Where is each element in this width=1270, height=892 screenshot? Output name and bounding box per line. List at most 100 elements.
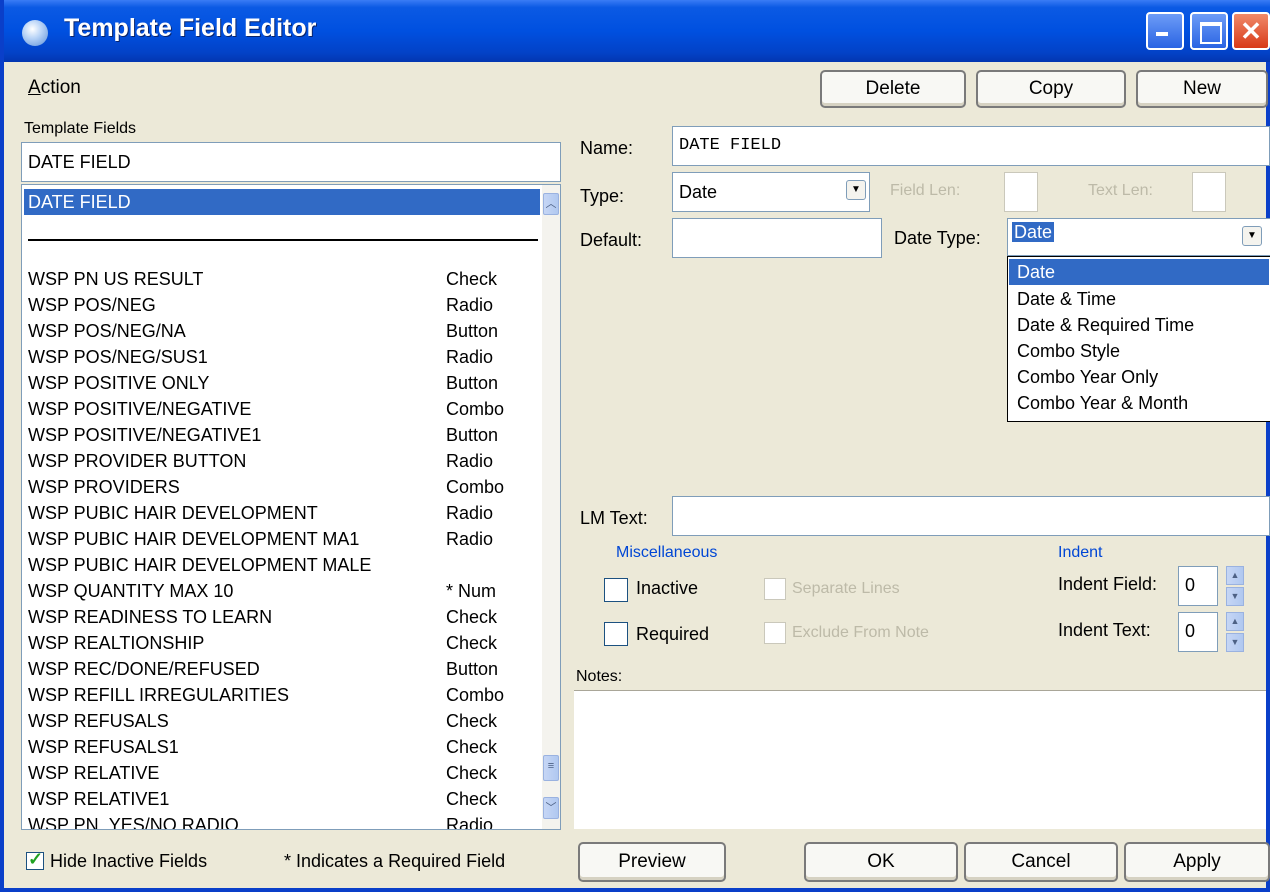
required-field-note: * Indicates a Required Field [284,851,506,871]
text-len-input [1192,172,1226,212]
maximize-button[interactable] [1190,12,1228,50]
name-input[interactable]: DATE FIELD [672,126,1270,166]
lm-text-label: LM Text: [580,508,648,528]
spin-up-icon[interactable]: ▲ [1226,566,1244,585]
date-type-dropdown-list[interactable]: Date Date & Time Date & Required Time Co… [1007,256,1270,422]
hide-inactive-label: Hide Inactive Fields [50,851,208,871]
inactive-label: Inactive [636,578,699,598]
minimize-button[interactable] [1146,12,1184,50]
title-bar[interactable]: Template Field Editor ✕ [4,0,1270,62]
selected-list-item[interactable]: DATE FIELD [24,189,540,215]
scroll-up-button[interactable]: ︿ [543,193,559,215]
type-dropdown-button[interactable]: ▼ [846,180,866,200]
list-item-type: Button [446,425,499,445]
list-item-type: * Num [446,581,497,601]
list-item-name: WSP PROVIDER BUTTON [28,451,247,471]
dropdown-option[interactable]: Combo Year Only [1009,364,1269,390]
type-combo[interactable]: Date [672,172,870,212]
date-type-value: Date [1012,222,1055,242]
field-len-input [1004,172,1038,212]
ok-button[interactable]: OK [804,842,958,882]
notes-label: Notes: [576,668,623,685]
list-item-name: WSP REFUSALS1 [28,737,179,757]
window-title: Template Field Editor [64,14,317,42]
list-item-name: WSP RELATIVE1 [28,789,170,809]
scroll-thumb[interactable]: ≡ [543,755,559,781]
chevron-up-icon: ︿ [545,198,557,210]
minimize-icon [1156,32,1168,36]
list-item-type: Combo [446,399,505,419]
menu-action[interactable]: Action [28,77,81,99]
hide-inactive-checkbox[interactable] [26,849,44,870]
list-item-type: Check [446,607,498,627]
list-item-name: WSP PUBIC HAIR DEVELOPMENT [28,503,318,523]
list-item-name: WSP PUBIC HAIR DEVELOPMENT MA1 [28,529,360,549]
list-item-name: WSP REALTIONSHIP [28,633,205,653]
required-label: Required [636,624,710,644]
name-label: Name: [580,138,634,158]
indent-text-input[interactable]: 0 [1178,612,1218,652]
type-value: Date [679,182,718,202]
new-button[interactable]: New [1136,70,1268,108]
exclude-from-note-checkbox [764,622,786,644]
app-icon [22,20,48,46]
list-item-name: WSP PN_YES/NO RADIO [28,815,239,830]
list-item-type: Button [446,373,499,393]
list-item-type: Radio [446,815,494,830]
default-label: Default: [580,230,643,250]
dropdown-option[interactable]: Date [1009,259,1269,285]
dropdown-option[interactable]: Date & Time [1009,286,1269,312]
field-len-label: Field Len: [890,182,961,199]
close-button[interactable]: ✕ [1232,12,1270,50]
list-item-name: WSP PUBIC HAIR DEVELOPMENT MALE [28,555,372,575]
default-input[interactable] [672,218,882,258]
indent-text-label: Indent Text: [1058,620,1151,640]
list-item-name: WSP PN US RESULT [28,269,204,289]
spin-up-icon[interactable]: ▲ [1226,612,1244,631]
template-field-search-input[interactable]: DATE FIELD [21,142,561,182]
list-item-type: Check [446,269,498,289]
list-item-type: Check [446,763,498,783]
list-item-type: Radio [446,295,494,315]
list-item-name: WSP POSITIVE ONLY [28,373,210,393]
indent-text-spinner[interactable]: ▲ ▼ [1226,612,1244,652]
spin-down-icon[interactable]: ▼ [1226,633,1244,652]
preview-button[interactable]: Preview [578,842,726,882]
type-label: Type: [580,186,625,206]
list-item-name: WSP POS/NEG [28,295,156,315]
dropdown-option[interactable]: Date & Required Time [1009,312,1269,338]
list-scrollbar[interactable]: ︿ ≡ ﹀ [542,185,560,829]
scroll-down-button[interactable]: ﹀ [543,797,559,819]
template-field-editor-window: Template Field Editor ✕ Action Delete Co… [0,0,1270,892]
required-checkbox[interactable] [604,622,628,646]
list-item-name: WSP REFILL IRREGULARITIES [28,685,290,705]
dropdown-option[interactable]: Combo Style [1009,338,1269,364]
miscellaneous-group-title: Miscellaneous [616,544,718,561]
copy-button[interactable]: Copy [976,70,1126,108]
inactive-checkbox[interactable] [604,578,628,602]
cancel-button[interactable]: Cancel [964,842,1118,882]
text-len-label: Text Len: [1088,182,1153,199]
spin-down-icon[interactable]: ▼ [1226,587,1244,606]
lm-text-input[interactable] [672,496,1270,536]
list-item-name: WSP REFUSALS [28,711,169,731]
dropdown-arrow-icon: ▼ [1247,230,1257,241]
date-type-dropdown-button[interactable]: ▼ [1242,226,1262,246]
apply-button[interactable]: Apply [1124,842,1270,882]
list-item-name: WSP QUANTITY MAX 10 [28,581,234,601]
indent-group-title: Indent [1058,544,1103,561]
list-item-type: Radio [446,529,494,549]
notes-textarea[interactable] [574,690,1266,829]
indent-field-spinner[interactable]: ▲ ▼ [1226,566,1244,606]
dropdown-option[interactable]: Combo Year & Month [1009,390,1269,416]
list-item-type: Radio [446,347,494,367]
list-item-name: WSP POSITIVE/NEGATIVE1 [28,425,262,445]
indent-field-input[interactable]: 0 [1178,566,1218,606]
list-item-type: Combo [446,685,505,705]
list-item-type: Check [446,711,498,731]
template-fields-list[interactable]: DATE FIELD WSP PN US RESULT Check WSP POS/… [21,184,561,830]
separate-lines-checkbox [764,578,786,600]
delete-button[interactable]: Delete [820,70,966,108]
date-type-combo[interactable]: Date [1007,218,1270,256]
indent-field-label: Indent Field: [1058,574,1158,594]
